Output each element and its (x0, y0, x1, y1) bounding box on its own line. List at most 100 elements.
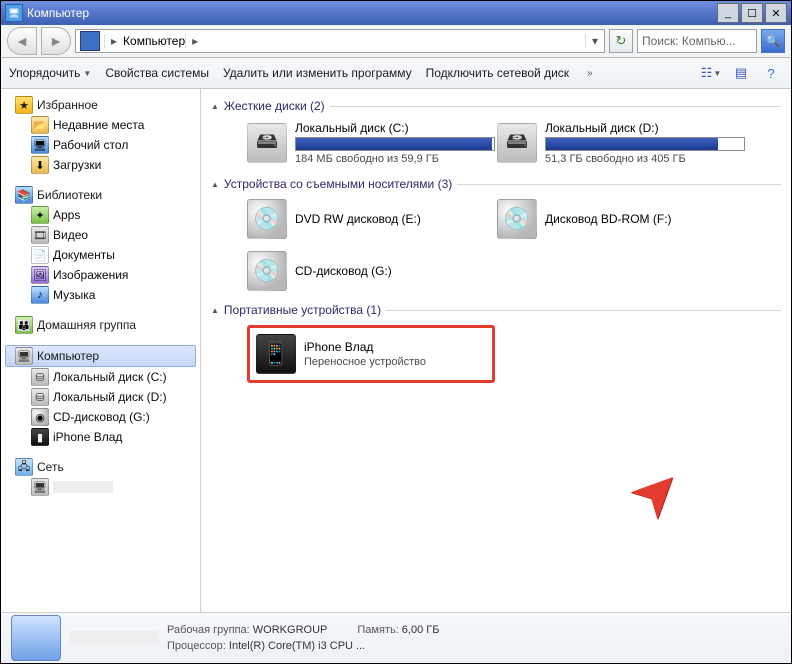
hdd-icon: 🖴 (247, 123, 287, 163)
document-icon: 📄 (31, 246, 49, 264)
computer-icon: 🖥 (5, 4, 23, 22)
meter-fill (546, 138, 718, 150)
sidebar-item-label: Локальный диск (C:) (53, 370, 167, 384)
sidebar-item-video[interactable]: 🎞 Видео (5, 225, 196, 245)
preview-pane-button[interactable]: ▤ (729, 62, 753, 84)
optical-icon: ◉ (31, 408, 49, 426)
drive-name: Дисковод BD-ROM (F:) (545, 212, 672, 226)
workgroup-label: Рабочая группа: (167, 624, 250, 636)
content-pane[interactable]: ▲ Жесткие диски (2) 🖴 Локальный диск (C:… (201, 89, 791, 612)
breadcrumb-item[interactable]: Компьютер (123, 34, 185, 48)
nav-bar: ◄ ► ▸ Компьютер ▸ ▾ ↻ Поиск: Компью... 🔍 (1, 25, 791, 58)
sidebar-item-desktop[interactable]: 🖥 Рабочий стол (5, 135, 196, 155)
details-pane: Рабочая группа: WORKGROUP Память: 6,00 Г… (1, 612, 791, 663)
images-icon: 🖼 (31, 266, 49, 284)
sidebar-iphone[interactable]: ▮ iPhone Влад (5, 427, 196, 447)
system-properties-button[interactable]: Свойства системы (105, 66, 209, 80)
cd-icon: 💿 (247, 251, 287, 291)
separator (457, 184, 781, 185)
search-button[interactable]: 🔍 (761, 29, 785, 53)
computer-icon (11, 615, 61, 661)
sidebar-drive-d[interactable]: ⛁ Локальный диск (D:) (5, 387, 196, 407)
drive-dvd[interactable]: 💿 DVD RW дисковод (E:) (247, 199, 477, 239)
sidebar-item-images[interactable]: 🖼 Изображения (5, 265, 196, 285)
workgroup-row: Рабочая группа: WORKGROUP (167, 624, 327, 636)
sidebar-item-label: iPhone Влад (53, 430, 122, 444)
close-button[interactable]: ✕ (765, 3, 787, 23)
section-removable-label: Устройства со съемными носителями (3) (224, 177, 452, 191)
cpu-row: Процессор: Intel(R) Core(TM) i3 CPU ... (167, 640, 668, 652)
map-network-drive-button[interactable]: Подключить сетевой диск (426, 66, 569, 80)
maximize-button[interactable]: ☐ (741, 3, 763, 23)
breadcrumb-root[interactable]: ▸ (104, 34, 123, 48)
bdrom-icon: 💿 (497, 199, 537, 239)
device-name: iPhone Влад (304, 340, 426, 354)
chevron-down-icon: ▲ (211, 180, 219, 189)
chevron-down-icon: ▲ (211, 306, 219, 315)
chevron-down-icon: ▲ (211, 102, 219, 111)
annotation-arrow: ➤ (614, 449, 699, 534)
address-history-dropdown[interactable]: ▾ (585, 34, 604, 48)
uninstall-program-button[interactable]: Удалить или изменить программу (223, 66, 412, 80)
view-mode-button[interactable]: ☷▼ (699, 62, 723, 84)
memory-value: 6,00 ГБ (402, 624, 440, 636)
separator (330, 106, 781, 107)
toolbar-overflow[interactable]: » (583, 68, 597, 79)
desktop-icon: 🖥 (31, 136, 49, 154)
nav-forward-button[interactable]: ► (41, 27, 71, 55)
device-iphone[interactable]: 📱 iPhone Влад Переносное устройство (256, 334, 486, 374)
chevron-down-icon: ▼ (83, 69, 91, 78)
network-icon: 🖧 (15, 458, 33, 476)
hdd-icon: ⛁ (31, 368, 49, 386)
folder-icon: 📂 (31, 116, 49, 134)
help-button[interactable]: ? (759, 62, 783, 84)
apps-icon: ✦ (31, 206, 49, 224)
sidebar-network-pc[interactable]: 🖥 (5, 477, 196, 497)
computer-name (69, 631, 159, 645)
sidebar-libraries[interactable]: 📚 Библиотеки (5, 185, 196, 205)
sidebar-computer[interactable]: 🖥 Компьютер (5, 345, 196, 367)
music-icon: ♪ (31, 286, 49, 304)
titlebar: 🖥 Компьютер _ ☐ ✕ (1, 1, 791, 25)
drive-c[interactable]: 🖴 Локальный диск (C:) 184 МБ свободно из… (247, 121, 477, 165)
sidebar-item-label: CD-дисковод (G:) (53, 410, 150, 424)
sidebar-item-label: Видео (53, 228, 88, 242)
section-portable[interactable]: ▲ Портативные устройства (1) (211, 303, 781, 317)
sidebar-item-label: Изображения (53, 268, 128, 282)
sidebar-item-recent[interactable]: 📂 Недавние места (5, 115, 196, 135)
search-input[interactable]: Поиск: Компью... (637, 29, 757, 53)
section-removable[interactable]: ▲ Устройства со съемными носителями (3) (211, 177, 781, 191)
phone-icon: 📱 (256, 334, 296, 374)
sidebar-item-label: Недавние места (53, 118, 144, 132)
homegroup-icon: 👪 (15, 316, 33, 334)
minimize-button[interactable]: _ (717, 3, 739, 23)
sidebar-item-downloads[interactable]: ⬇ Загрузки (5, 155, 196, 175)
sidebar-drive-c[interactable]: ⛁ Локальный диск (C:) (5, 367, 196, 387)
device-subtitle: Переносное устройство (304, 356, 426, 368)
drive-bdrom[interactable]: 💿 Дисковод BD-ROM (F:) (497, 199, 727, 239)
sidebar-item-music[interactable]: ♪ Музыка (5, 285, 196, 305)
drive-cd[interactable]: 💿 CD-дисковод (G:) (247, 251, 477, 291)
drive-freespace: 184 МБ свободно из 59,9 ГБ (295, 153, 495, 165)
sidebar-network[interactable]: 🖧 Сеть (5, 457, 196, 477)
breadcrumb-dropdown[interactable]: ▸ (185, 34, 204, 48)
sidebar-item-label: Локальный диск (D:) (53, 390, 167, 404)
nav-back-button[interactable]: ◄ (7, 27, 37, 55)
address-bar[interactable]: ▸ Компьютер ▸ ▾ (75, 29, 605, 53)
memory-label: Память: (357, 624, 398, 636)
drive-d[interactable]: 🖴 Локальный диск (D:) 51,3 ГБ свободно и… (497, 121, 727, 165)
explorer-window: 🖥 Компьютер _ ☐ ✕ ◄ ► ▸ Компьютер ▸ ▾ ↻ … (0, 0, 792, 664)
sidebar-item-apps[interactable]: ✦ Apps (5, 205, 196, 225)
section-hdd-label: Жесткие диски (2) (224, 99, 325, 113)
organize-menu[interactable]: Упорядочить ▼ (9, 66, 91, 80)
window-title: Компьютер (27, 6, 715, 20)
sidebar-item-documents[interactable]: 📄 Документы (5, 245, 196, 265)
sidebar-homegroup-label: Домашняя группа (37, 318, 136, 332)
refresh-button[interactable]: ↻ (609, 29, 633, 53)
section-portable-label: Портативные устройства (1) (224, 303, 381, 317)
organize-label: Упорядочить (9, 66, 80, 80)
sidebar-homegroup[interactable]: 👪 Домашняя группа (5, 315, 196, 335)
section-hdd[interactable]: ▲ Жесткие диски (2) (211, 99, 781, 113)
sidebar-favorites[interactable]: ★ Избранное (5, 95, 196, 115)
sidebar-drive-cd[interactable]: ◉ CD-дисковод (G:) (5, 407, 196, 427)
